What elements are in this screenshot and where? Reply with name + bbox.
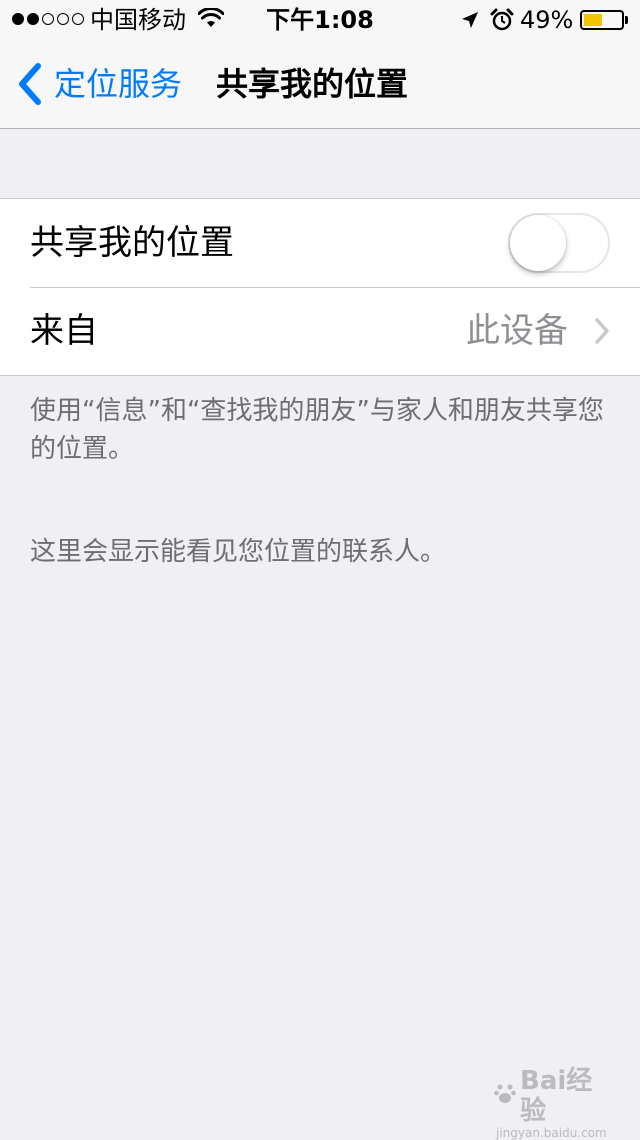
chevron-left-icon <box>19 63 41 105</box>
alarm-icon <box>490 8 514 36</box>
watermark-logo: Bai经验 <box>494 1066 614 1126</box>
watermark-url: jingyan.baidu.com <box>496 1126 607 1140</box>
from-label: 来自 <box>30 311 98 351</box>
battery-level-fill <box>584 14 602 26</box>
battery-icon <box>580 10 624 30</box>
back-button[interactable]: 定位服务 <box>14 56 182 112</box>
share-location-toggle[interactable] <box>508 213 610 273</box>
status-bar: 中国移动 下午1:08 49% <box>0 0 640 40</box>
watermark-logo-text: Bai经验 <box>520 1066 593 1126</box>
from-value: 此设备 <box>466 311 568 351</box>
page-title: 共享我的位置 <box>216 65 409 103</box>
top-bar: 中国移动 下午1:08 49% 定位服务 共享我的位置 <box>0 0 640 129</box>
location-arrow-icon <box>460 10 480 34</box>
chevron-right-icon <box>595 318 609 344</box>
share-location-row: 共享我的位置 <box>0 199 640 287</box>
share-location-label: 共享我的位置 <box>30 223 234 263</box>
paw-icon <box>494 1081 516 1111</box>
share-description: 使用“信息”和“查找我的朋友”与家人和朋友共享您的位置。 <box>30 396 604 464</box>
settings-group: 共享我的位置 来自 此设备 <box>0 198 640 376</box>
toggle-knob <box>510 215 566 271</box>
back-button-label: 定位服务 <box>54 65 183 103</box>
from-device-row[interactable]: 来自 此设备 <box>0 287 640 375</box>
battery-tip <box>625 16 628 24</box>
contacts-note: 这里会显示能看见您位置的联系人。 <box>30 537 447 567</box>
battery-percentage: 49% <box>520 6 574 34</box>
watermark: Bai经验 jingyan.baidu.com <box>494 1066 614 1140</box>
